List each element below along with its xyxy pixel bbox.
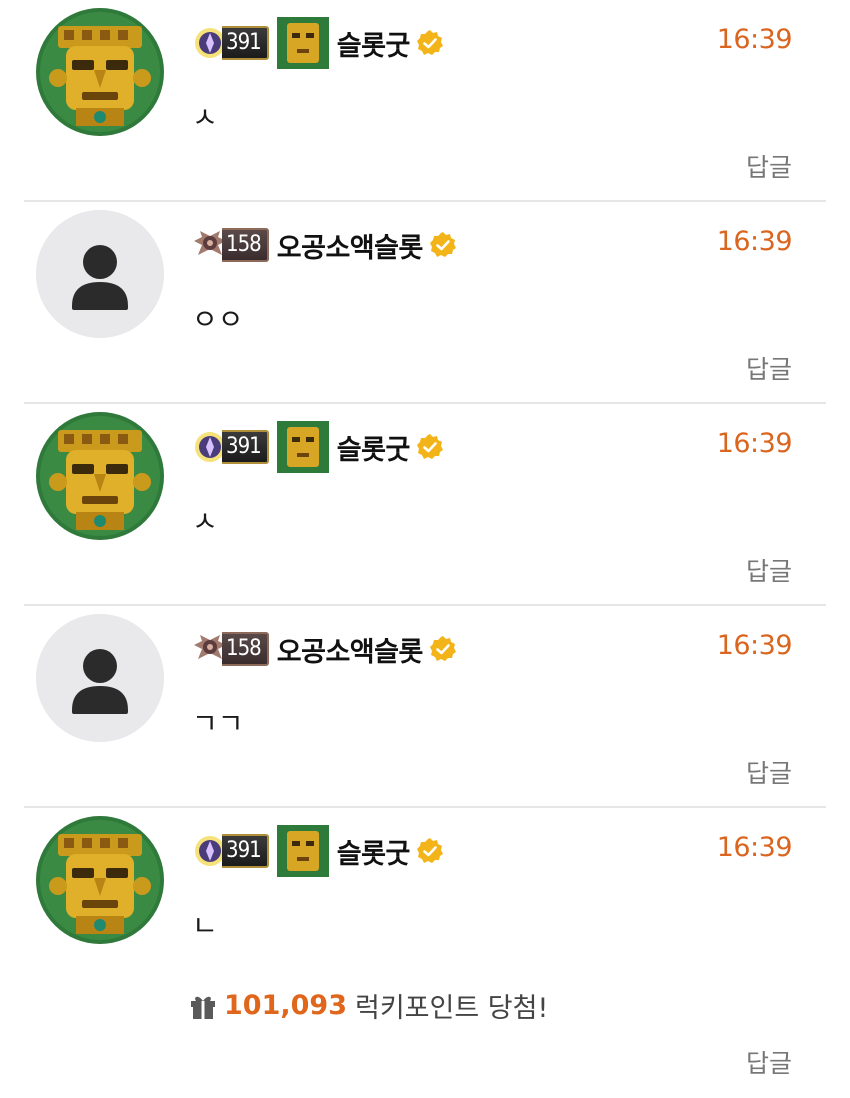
comment-header: 391 슬롯굿 <box>192 825 444 877</box>
comment-time: 16:39 <box>716 428 793 459</box>
comment-text: ㄱㄱ <box>192 707 244 740</box>
reply-button[interactable]: 답글 <box>746 148 792 184</box>
title-badge-icon <box>276 17 329 69</box>
level-number: 391 <box>222 26 269 60</box>
comment-item: 158 오공소액슬롯 16:39 ㅇㅇ 답글 <box>0 202 850 404</box>
reply-button[interactable]: 답글 <box>746 1044 792 1080</box>
comment-header: 391 슬롯굿 <box>192 421 444 473</box>
user-nickname[interactable]: 슬롯굿 <box>337 428 411 467</box>
level-badge: 158 <box>192 227 269 263</box>
aztec-mask-avatar-icon <box>36 816 164 944</box>
user-nickname[interactable]: 오공소액슬롯 <box>277 630 424 669</box>
comment-text: ㄴ <box>192 909 218 942</box>
comment-header: 391 슬롯굿 <box>192 17 444 69</box>
level-badge: 391 <box>192 25 269 61</box>
verified-badge-icon <box>416 838 443 863</box>
reply-button[interactable]: 답글 <box>746 350 792 386</box>
comment-time: 16:39 <box>716 226 793 257</box>
comment-text: ㅅ <box>192 505 218 538</box>
avatar[interactable] <box>36 614 164 742</box>
lucky-point-label: 럭키포인트 당첨! <box>354 993 549 1024</box>
comment-time: 16:39 <box>716 24 793 55</box>
level-number: 391 <box>222 430 269 464</box>
avatar[interactable] <box>36 412 164 540</box>
avatar[interactable] <box>36 8 164 136</box>
user-nickname[interactable]: 슬롯굿 <box>337 24 411 63</box>
comment-header: 158 오공소액슬롯 <box>192 220 457 270</box>
title-badge-icon <box>276 825 329 877</box>
verified-badge-icon <box>416 30 443 55</box>
level-badge: 158 <box>192 631 269 667</box>
default-person-avatar-icon <box>36 210 164 338</box>
avatar[interactable] <box>36 210 164 338</box>
comment-time: 16:39 <box>716 630 793 661</box>
default-person-avatar-icon <box>36 614 164 742</box>
reply-button[interactable]: 답글 <box>746 552 792 588</box>
lucky-point-amount: 101,093 <box>224 990 347 1021</box>
comment-item: 391 슬롯굿 16:39 ㄴ 101,093 럭키포인트 당첨! 답글 <box>0 808 850 1098</box>
aztec-mask-avatar-icon <box>36 412 164 540</box>
avatar[interactable] <box>36 816 164 944</box>
comment-item: 391 슬롯굿 16:39 ㅅ 답글 <box>0 404 850 606</box>
aztec-mask-avatar-icon <box>36 8 164 136</box>
level-badge: 391 <box>192 833 269 869</box>
comment-text: ㅇㅇ <box>192 303 244 336</box>
comment-time: 16:39 <box>716 832 793 863</box>
user-nickname[interactable]: 오공소액슬롯 <box>277 226 424 265</box>
level-number: 391 <box>222 834 269 868</box>
title-badge-icon <box>276 421 329 473</box>
verified-badge-icon <box>416 434 443 459</box>
level-badge: 391 <box>192 429 269 465</box>
comment-item: 391 슬롯굿 16:39 ㅅ 답글 <box>0 0 850 202</box>
level-number: 158 <box>222 632 269 666</box>
lucky-point-notice: 101,093 럭키포인트 당첨! <box>188 986 548 1025</box>
reply-button[interactable]: 답글 <box>746 754 792 790</box>
comment-header: 158 오공소액슬롯 <box>192 624 457 674</box>
comment-item: 158 오공소액슬롯 16:39 ㄱㄱ 답글 <box>0 606 850 808</box>
comment-text: ㅅ <box>192 101 218 134</box>
verified-badge-icon <box>429 636 456 661</box>
user-nickname[interactable]: 슬롯굿 <box>337 832 411 871</box>
level-number: 158 <box>222 228 269 262</box>
gift-icon <box>191 996 215 1019</box>
verified-badge-icon <box>429 232 456 257</box>
comment-list: 391 슬롯굿 16:39 ㅅ 답글 158 오공소액슬롯 16:39 ㅇㅇ 답… <box>0 0 850 1098</box>
